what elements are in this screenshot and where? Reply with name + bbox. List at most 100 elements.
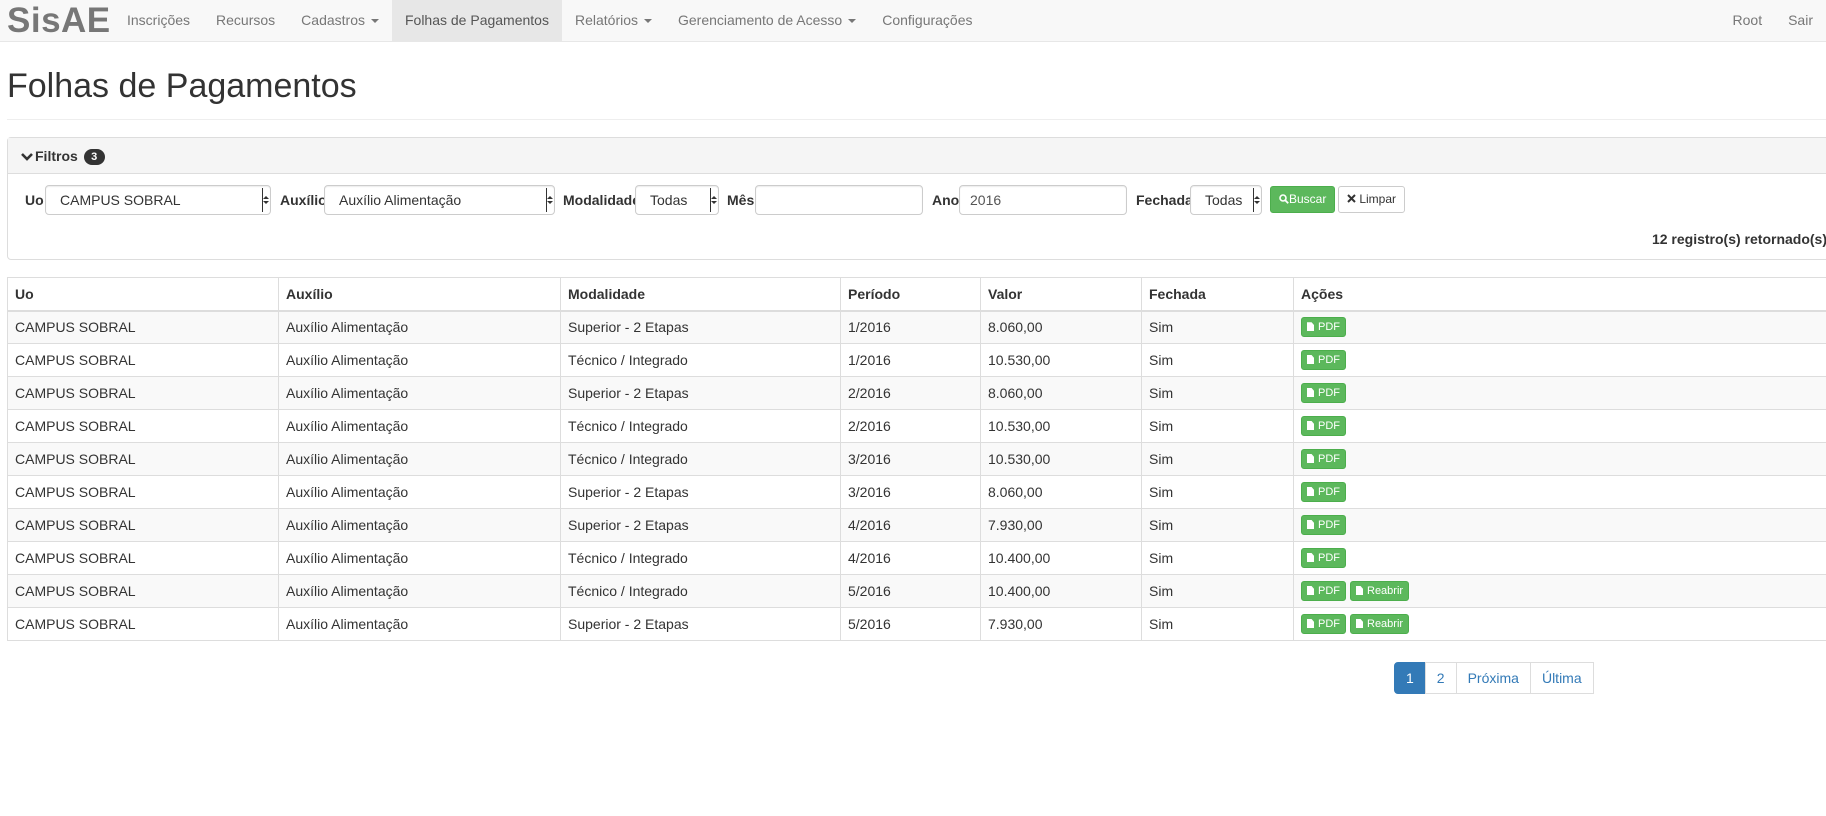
cell-modalidade: Superior - 2 Etapas — [560, 607, 841, 641]
records-text: registro(s) retornado(s) — [1671, 231, 1826, 247]
pdf-button[interactable]: PDF — [1301, 515, 1346, 535]
cell-uo: CAMPUS SOBRAL — [7, 508, 279, 542]
cell-modalidade: Superior - 2 Etapas — [560, 310, 841, 344]
auxilio-label: Auxílio — [280, 192, 327, 208]
pdf-button[interactable]: PDF — [1301, 383, 1346, 403]
nav-item-configuracoes[interactable]: Configurações — [869, 0, 985, 41]
filters-toggle[interactable]: Filtros 3 — [8, 138, 1826, 174]
cell-periodo: 3/2016 — [840, 442, 981, 476]
fechada-select[interactable]: Todas — [1190, 185, 1262, 215]
cell-actions: PDF — [1293, 376, 1826, 410]
payroll-table: Uo Auxílio Modalidade Período Valor Fechada Aç… — [7, 277, 1826, 641]
auxilio-select[interactable]: Auxílio Alimentação — [324, 185, 555, 215]
cell-valor: 7.930,00 — [980, 508, 1142, 542]
column-header-uo: Uo — [7, 277, 279, 312]
search-icon — [1279, 194, 1289, 204]
cell-uo: CAMPUS SOBRAL — [7, 442, 279, 476]
pdf-button[interactable]: PDF — [1301, 350, 1346, 370]
cell-auxilio: Auxílio Alimentação — [278, 310, 561, 344]
ano-input[interactable] — [959, 185, 1127, 215]
nav-item-relatorios[interactable]: Relatórios — [562, 0, 665, 41]
cell-periodo: 5/2016 — [840, 607, 981, 641]
cell-actions: PDF — [1293, 541, 1826, 575]
cell-periodo: 2/2016 — [840, 376, 981, 410]
next-page-link[interactable]: Próxima — [1455, 662, 1531, 694]
pdf-button[interactable]: PDF — [1301, 482, 1346, 502]
cell-actions: PDF — [1293, 343, 1826, 377]
cell-actions: PDF — [1293, 310, 1826, 344]
pdf-button-label: PDF — [1318, 354, 1340, 366]
select-arrows-icon — [1253, 188, 1260, 212]
nav-item-recursos[interactable]: Recursos — [203, 0, 288, 41]
cell-fechada: Sim — [1141, 343, 1294, 377]
cell-valor: 8.060,00 — [980, 475, 1142, 509]
select-arrows-icon — [710, 188, 717, 212]
page-link-1[interactable]: 1 — [1394, 662, 1426, 694]
brand-logo[interactable]: SisAE — [7, 0, 111, 42]
file-icon — [1307, 454, 1314, 463]
column-header-valor: Valor — [980, 277, 1142, 312]
file-icon — [1307, 619, 1314, 628]
nav-item-gerenciamento-de-acesso[interactable]: Gerenciamento de Acesso — [665, 0, 869, 41]
table-row: CAMPUS SOBRAL Auxílio Alimentação Técnico … — [7, 574, 1826, 608]
fechada-label: Fechada — [1136, 192, 1193, 208]
pdf-button[interactable]: PDF — [1301, 449, 1346, 469]
cell-uo: CAMPUS SOBRAL — [7, 541, 279, 575]
cell-periodo: 1/2016 — [840, 310, 981, 344]
ano-label: Ano — [932, 192, 960, 208]
clear-button[interactable]: Limpar — [1338, 186, 1406, 213]
cell-uo: CAMPUS SOBRAL — [7, 607, 279, 641]
modalidade-select-value: Todas — [650, 192, 688, 208]
user-menu-root[interactable]: Root — [1720, 0, 1776, 41]
filters-title: Filtros — [35, 148, 78, 164]
records-returned: 12 registro(s) retornado(s) — [1652, 231, 1826, 247]
cell-actions: PDF Reabrir — [1293, 574, 1826, 608]
mes-input[interactable] — [755, 185, 923, 215]
divider — [7, 119, 1826, 120]
cell-actions: PDF — [1293, 409, 1826, 443]
pdf-button[interactable]: PDF — [1301, 614, 1346, 634]
cell-modalidade: Técnico / Integrado — [560, 343, 841, 377]
reopen-button[interactable]: Reabrir — [1350, 581, 1410, 601]
nav-item-label: Folhas de Pagamentos — [404, 12, 549, 28]
modalidade-select[interactable]: Todas — [635, 185, 719, 215]
pdf-button-label: PDF — [1318, 486, 1340, 498]
top-navbar: SisAE Inscrições Recursos Cadastros Folhas … — [0, 0, 1826, 42]
nav-item-label: Relatórios — [574, 12, 638, 28]
pdf-button[interactable]: PDF — [1301, 317, 1346, 338]
pdf-button[interactable]: PDF — [1301, 581, 1346, 601]
pdf-button[interactable]: PDF — [1301, 416, 1346, 436]
uo-select[interactable]: CAMPUS SOBRAL — [45, 185, 271, 215]
cell-actions: PDF Reabrir — [1293, 607, 1826, 641]
last-page-link[interactable]: Última — [1529, 662, 1594, 694]
table-row: CAMPUS SOBRAL Auxílio Alimentação Técnico … — [7, 541, 1826, 575]
nav-item-inscricoes[interactable]: Inscrições — [114, 0, 203, 41]
nav-item-folhas-de-pagamentos[interactable]: Folhas de Pagamentos — [391, 0, 562, 41]
cell-uo: CAMPUS SOBRAL — [7, 574, 279, 608]
nav-item-label: Inscrições — [127, 12, 191, 28]
cell-uo: CAMPUS SOBRAL — [7, 343, 279, 377]
search-button[interactable]: Buscar — [1270, 186, 1336, 213]
nav-item-cadastros[interactable]: Cadastros — [288, 0, 392, 41]
cell-auxilio: Auxílio Alimentação — [278, 574, 561, 608]
cell-valor: 8.060,00 — [980, 310, 1142, 344]
cell-fechada: Sim — [1141, 409, 1294, 443]
column-header-periodo: Período — [840, 277, 981, 312]
pdf-button[interactable]: PDF — [1301, 548, 1346, 568]
reopen-button[interactable]: Reabrir — [1350, 614, 1410, 634]
file-icon — [1356, 586, 1363, 595]
uo-select-value: CAMPUS SOBRAL — [60, 192, 181, 208]
pdf-button-label: PDF — [1318, 321, 1340, 334]
cell-auxilio: Auxílio Alimentação — [278, 607, 561, 641]
logout-link[interactable]: Sair — [1775, 0, 1826, 41]
pdf-button-label: PDF — [1318, 420, 1340, 432]
cell-periodo: 5/2016 — [840, 574, 981, 608]
page-link-2[interactable]: 2 — [1424, 662, 1457, 694]
cell-modalidade: Técnico / Integrado — [560, 409, 841, 443]
caret-down-icon — [848, 19, 857, 24]
column-header-auxilio: Auxílio — [278, 277, 561, 312]
table-row: CAMPUS SOBRAL Auxílio Alimentação Técnico … — [7, 442, 1826, 476]
cell-uo: CAMPUS SOBRAL — [7, 409, 279, 443]
column-header-acoes: Ações — [1293, 277, 1826, 312]
cell-periodo: 4/2016 — [840, 508, 981, 542]
